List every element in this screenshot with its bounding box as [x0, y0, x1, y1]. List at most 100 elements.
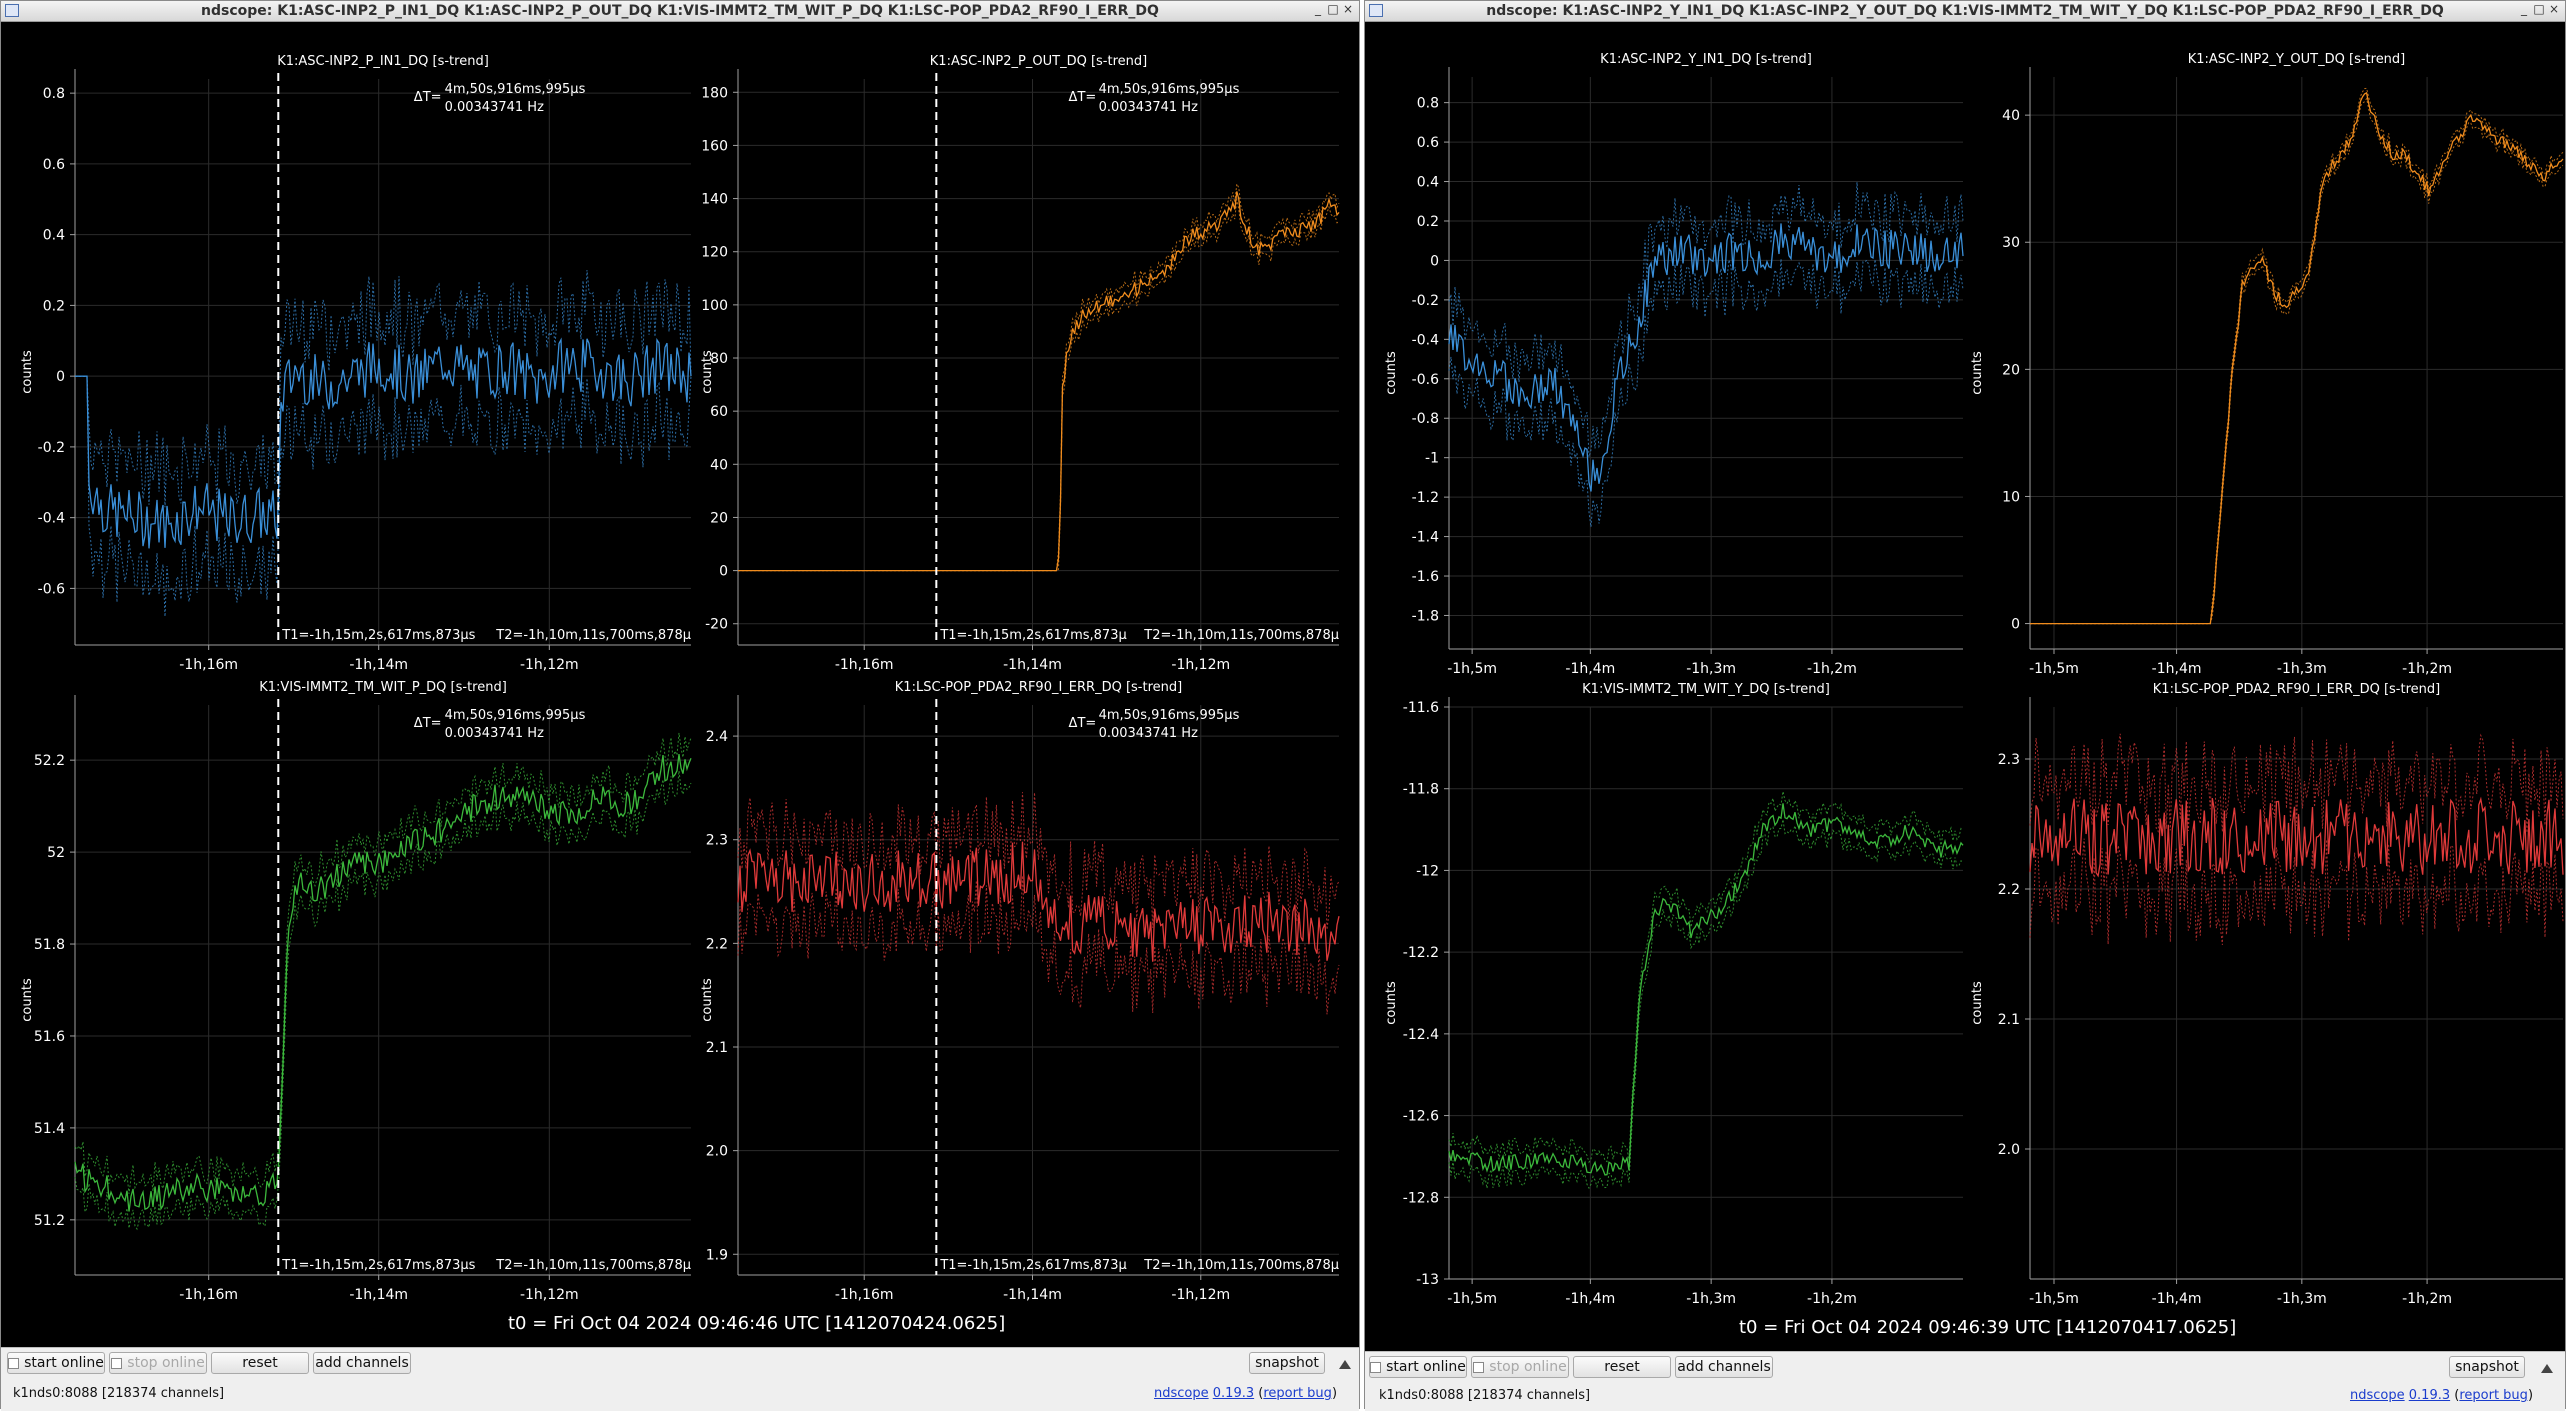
add-channels-button[interactable]: add channels — [1675, 1356, 1773, 1378]
chart-title: K1:ASC-INP2_Y_IN1_DQ [s-trend] — [1600, 52, 1812, 67]
y-tick-label: 0.6 — [43, 157, 65, 173]
y-tick-label: 51.4 — [34, 1121, 65, 1137]
add-channels-button[interactable]: add channels — [313, 1352, 411, 1374]
y-tick-label: 51.2 — [34, 1213, 65, 1229]
y-tick-label: -12.8 — [1403, 1190, 1439, 1206]
reset-button[interactable]: reset — [1573, 1356, 1671, 1378]
control-bar: start online stop online reset add chann… — [1, 1347, 1359, 1411]
x-tick-label: -1h,2m — [1807, 1291, 1857, 1307]
start-online-button[interactable]: start online — [1369, 1356, 1467, 1378]
app-icon — [1369, 4, 1383, 17]
y-axis-label: counts — [20, 350, 35, 394]
plot-asc-inp2-y-out[interactable]: K1:ASC-INP2_Y_OUT_DQ [s-trend] counts 40 30… — [1951, 45, 2566, 681]
window-titlebar[interactable]: ndscope: K1:ASC-INP2_P_IN1_DQ K1:ASC-INP… — [1, 1, 1359, 22]
y-tick-label: 120 — [701, 245, 728, 261]
window-titlebar[interactable]: ndscope: K1:ASC-INP2_Y_IN1_DQ K1:ASC-INP… — [1365, 1, 2565, 22]
x-tick-label: -1h,14m — [1003, 657, 1062, 673]
y-tick-label: 2.2 — [1998, 882, 2020, 898]
maximize-icon[interactable]: □ — [1326, 2, 1340, 16]
y-tick-label: 30 — [2002, 235, 2020, 251]
cursor-dt-value: 4m,50s,916ms,995µs — [1099, 708, 1240, 723]
y-tick-label: -11.6 — [1403, 700, 1439, 716]
chart-title: K1:ASC-INP2_P_IN1_DQ [s-trend] — [277, 54, 489, 69]
series-line — [738, 191, 1340, 572]
x-tick-label: -1h,14m — [349, 1287, 408, 1303]
y-tick-label: 180 — [701, 85, 728, 101]
start-online-button[interactable]: start online — [7, 1352, 105, 1374]
ndscope-window-yaw: ndscope: K1:ASC-INP2_Y_IN1_DQ K1:ASC-INP… — [1364, 0, 2566, 1411]
cursor-t1-label: T1=-1h,15m,2s,617ms,873µ — [939, 1258, 1126, 1273]
plot-vis-immt2-tm-wit-y[interactable]: K1:VIS-IMMT2_TM_WIT_Y_DQ [s-trend] counts… — [1365, 675, 1966, 1311]
y-tick-label: -0.2 — [1412, 293, 1439, 309]
y-tick-label: 0.4 — [1417, 175, 1439, 191]
y-tick-label: -12.4 — [1403, 1027, 1439, 1043]
snapshot-button[interactable]: snapshot — [2449, 1356, 2525, 1378]
y-axis-label: counts — [1384, 981, 1399, 1025]
expand-arrow-icon[interactable] — [1339, 1360, 1351, 1369]
ndscope-window-pitch: ndscope: K1:ASC-INP2_P_IN1_DQ K1:ASC-INP… — [0, 0, 1361, 1411]
stop-online-button[interactable]: stop online — [109, 1352, 207, 1374]
cursor-freq-value: 0.00343741 Hz — [445, 726, 544, 741]
y-tick-label: -0.6 — [1412, 372, 1439, 388]
chart-svg: K1:ASC-INP2_P_IN1_DQ [s-trend] counts 0.8 0… — [20, 54, 692, 673]
close-icon[interactable]: × — [2547, 2, 2561, 16]
expand-arrow-icon[interactable] — [2541, 1364, 2553, 1373]
y-tick-label: 0.8 — [1417, 96, 1439, 112]
control-bar: start online stop online reset add chann… — [1365, 1351, 2565, 1411]
y-tick-label: -0.6 — [38, 581, 65, 597]
maximize-icon[interactable]: □ — [2532, 2, 2546, 16]
app-version: ndscope 0.19.3 (report bug) — [2350, 1388, 2534, 1403]
cursor-delta-label: ΔT= — [414, 90, 442, 105]
y-tick-label: 80 — [710, 351, 728, 367]
plot-lsc-pop-pda2-rf90-i-err[interactable]: K1:LSC-POP_PDA2_RF90_I_ERR_DQ [s-trend] c… — [681, 675, 1361, 1307]
cursor-freq-value: 0.00343741 Hz — [1099, 726, 1198, 741]
y-tick-label: 160 — [701, 138, 728, 154]
x-tick-label: -1h,14m — [349, 657, 408, 673]
t0-label: t0 = Fri Oct 04 2024 09:46:39 UTC [14120… — [1739, 1317, 2237, 1338]
series-line — [1448, 803, 1964, 1176]
ndscope-link[interactable]: ndscope — [2350, 1388, 2405, 1403]
y-tick-label: -0.2 — [38, 440, 65, 456]
play-icon — [8, 1357, 20, 1369]
version-link[interactable]: 0.19.3 — [2409, 1388, 2450, 1403]
minimize-icon[interactable]: _ — [2517, 2, 2531, 16]
chart-title: K1:LSC-POP_PDA2_RF90_I_ERR_DQ [s-trend] — [895, 680, 1182, 695]
series-min-envelope — [2030, 97, 2564, 625]
chart-title: K1:VIS-IMMT2_TM_WIT_Y_DQ [s-trend] — [1582, 682, 1830, 697]
x-tick-label: -1h,3m — [2277, 1291, 2327, 1307]
y-tick-label: 60 — [710, 404, 728, 420]
x-tick-label: -1h,4m — [1565, 1291, 1615, 1307]
stop-online-label: stop online — [1489, 1359, 1567, 1375]
y-tick-label: 20 — [2002, 362, 2020, 378]
report-bug-link[interactable]: report bug — [2459, 1388, 2528, 1403]
series-line — [2030, 91, 2564, 625]
plot-asc-inp2-p-out[interactable]: K1:ASC-INP2_P_OUT_DQ [s-trend] counts 180 1… — [681, 45, 1361, 677]
y-tick-label: 52.2 — [34, 753, 65, 769]
close-icon[interactable]: × — [1341, 2, 1355, 16]
t0-label: t0 = Fri Oct 04 2024 09:46:46 UTC [14120… — [508, 1313, 1006, 1334]
y-axis-label: counts — [20, 978, 35, 1022]
y-tick-label: 10 — [2002, 489, 2020, 505]
stop-online-button[interactable]: stop online — [1471, 1356, 1569, 1378]
start-online-label: start online — [1386, 1359, 1466, 1375]
minimize-icon[interactable]: _ — [1311, 2, 1325, 16]
chart-svg: K1:LSC-POP_PDA2_RF90_I_ERR_DQ [s-trend] c… — [700, 680, 1340, 1303]
version-link[interactable]: 0.19.3 — [1213, 1386, 1254, 1401]
x-tick-label: -1h,16m — [179, 1287, 238, 1303]
stop-icon — [111, 1357, 123, 1369]
series-max-envelope — [1448, 182, 1964, 458]
plot-lsc-pop-pda2-rf90-i-err-y[interactable]: K1:LSC-POP_PDA2_RF90_I_ERR_DQ [s-trend] c… — [1951, 675, 2566, 1311]
y-axis-label: counts — [700, 978, 715, 1022]
plot-asc-inp2-y-in1[interactable]: K1:ASC-INP2_Y_IN1_DQ [s-trend] counts 0.8 0… — [1365, 45, 1966, 681]
cursor-delta-label: ΔT= — [1069, 716, 1097, 731]
snapshot-button[interactable]: snapshot — [1249, 1352, 1325, 1374]
y-tick-label: 0.6 — [1417, 135, 1439, 151]
reset-button[interactable]: reset — [211, 1352, 309, 1374]
cursor-t2-label: T2=-1h,10m,11s,700ms,878µ — [1143, 1258, 1339, 1273]
report-bug-link[interactable]: report bug — [1263, 1386, 1332, 1401]
cursor-t1-label: T1=-1h,15m,2s,617ms,873µs — [281, 628, 475, 643]
ndscope-link[interactable]: ndscope — [1154, 1386, 1209, 1401]
plot-vis-immt2-tm-wit-p[interactable]: K1:VIS-IMMT2_TM_WIT_P_DQ [s-trend] counts… — [1, 675, 696, 1307]
plot-asc-inp2-p-in1[interactable]: K1:ASC-INP2_P_IN1_DQ [s-trend] counts 0.8 0… — [1, 45, 696, 677]
series-min-envelope — [74, 770, 692, 1231]
